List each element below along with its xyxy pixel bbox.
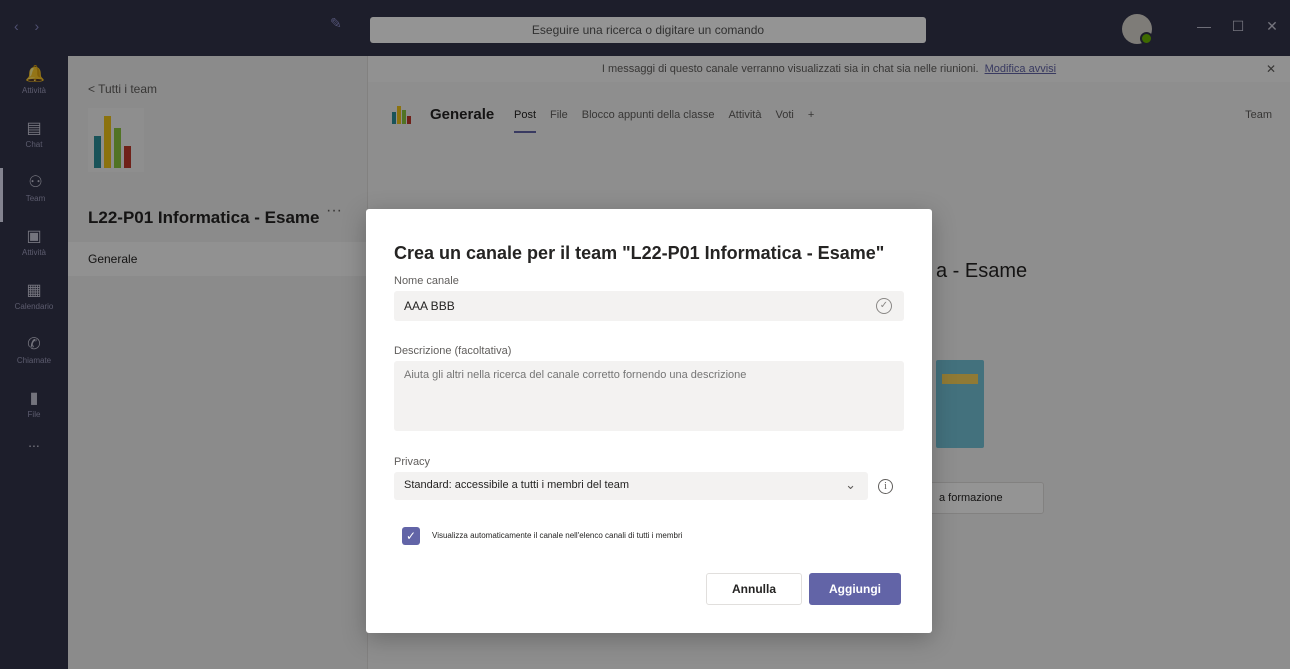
privacy-label: Privacy [394, 456, 431, 468]
valid-check-icon: ✓ [876, 298, 892, 314]
cancel-button[interactable]: Annulla [706, 573, 802, 605]
checkbox-label: Visualizza automaticamente il canale nel… [432, 531, 683, 540]
create-channel-dialog: Crea un canale per il team "L22-P01 Info… [366, 209, 932, 633]
privacy-value: Standard: accessibile a tutti i membri d… [404, 479, 629, 491]
description-input[interactable] [394, 361, 904, 431]
show-channel-checkbox[interactable]: ✓ [402, 527, 420, 545]
add-button[interactable]: Aggiungi [809, 573, 901, 605]
dialog-title: Crea un canale per il team "L22-P01 Info… [394, 243, 885, 263]
channel-name-input[interactable] [394, 291, 904, 321]
privacy-select[interactable]: Standard: accessibile a tutti i membri d… [394, 472, 868, 500]
description-label: Descrizione (facoltativa) [394, 345, 512, 357]
info-icon[interactable]: i [878, 479, 893, 494]
chevron-down-icon: ⌄ [845, 477, 856, 492]
name-label: Nome canale [394, 275, 459, 287]
